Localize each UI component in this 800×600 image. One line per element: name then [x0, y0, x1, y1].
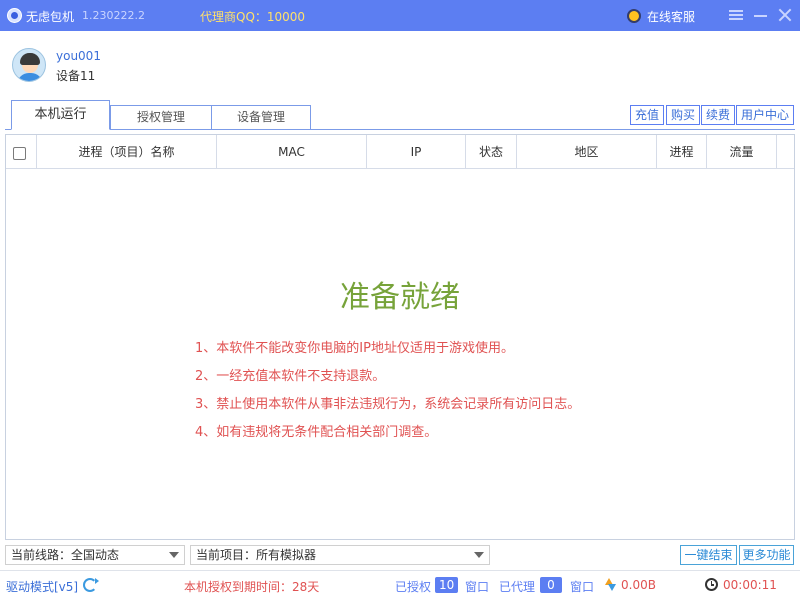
status-bar: 驱动模式[v5] 本机授权到期时间：28天 已授权 10 窗口 已代理 0 窗口…: [0, 570, 800, 600]
purchase-button[interactable]: 购买: [666, 105, 700, 125]
app-version: 1.230222.2: [82, 9, 145, 22]
tab-device-management[interactable]: 设备管理: [211, 105, 311, 130]
proxied-label: 已代理: [499, 580, 536, 594]
project-select-value: 当前项目：所有模拟器: [196, 548, 317, 562]
proxied-count-badge: 0: [540, 577, 562, 593]
chevron-down-icon: [169, 552, 179, 558]
column-mac[interactable]: MAC: [217, 135, 367, 169]
app-logo-icon: [7, 8, 22, 23]
user-center-button[interactable]: 用户中心: [736, 105, 794, 125]
device-name: 设备11: [56, 69, 96, 83]
tab-auth-management[interactable]: 授权管理: [110, 105, 212, 130]
authorized-label: 已授权: [395, 580, 432, 594]
renew-button[interactable]: 续费: [701, 105, 735, 125]
refresh-icon[interactable]: [83, 578, 99, 592]
column-region[interactable]: 地区: [517, 135, 657, 169]
window-label: 窗口: [570, 580, 595, 594]
driver-mode[interactable]: 驱动模式[v5]: [6, 578, 78, 595]
select-all-checkbox[interactable]: [13, 147, 26, 160]
title-bar: 无虑包机 1.230222.2 代理商QQ：10000 在线客服: [0, 0, 800, 31]
agent-qq-label: 代理商QQ：10000: [200, 10, 306, 24]
chevron-down-icon: [474, 552, 484, 558]
username[interactable]: you001: [56, 49, 101, 63]
ready-title: 准备就绪: [340, 280, 460, 315]
clock-icon: [705, 578, 718, 591]
notice-line: 2、一经充值本软件不支持退款。: [195, 369, 386, 384]
window-label: 窗口: [465, 580, 490, 594]
route-select-value: 当前线路：全国动态: [11, 548, 120, 562]
notice-line: 4、如有违规将无条件配合相关部门调查。: [195, 425, 438, 440]
recharge-button[interactable]: 充值: [630, 105, 664, 125]
table-header: 进程（项目）名称 MAC IP 状态 地区 进程 流量: [6, 135, 794, 169]
menu-icon[interactable]: [729, 10, 743, 21]
close-icon[interactable]: [776, 6, 794, 24]
notice-line: 3、禁止使用本软件从事非法违规行为，系统会记录所有访问日志。: [195, 397, 581, 412]
column-status[interactable]: 状态: [466, 135, 517, 169]
tab-local-run[interactable]: 本机运行: [11, 100, 110, 130]
headset-icon: [627, 9, 641, 23]
tab-divider: [5, 129, 795, 130]
route-select[interactable]: 当前线路：全国动态: [5, 545, 185, 565]
select-all-cell: [6, 135, 37, 169]
auth-expiry: 本机授权到期时间：28天: [184, 580, 320, 594]
avatar: [12, 48, 46, 82]
project-select[interactable]: 当前项目：所有模拟器: [190, 545, 490, 565]
process-table: 进程（项目）名称 MAC IP 状态 地区 进程 流量 准备就绪 1、本软件不能…: [5, 134, 795, 540]
app-title: 无虑包机: [26, 10, 75, 24]
minimize-icon[interactable]: [754, 15, 767, 17]
end-all-button[interactable]: 一键结束: [680, 545, 737, 565]
column-ip[interactable]: IP: [367, 135, 466, 169]
speed-arrows-icon: [605, 578, 616, 592]
elapsed-time: 00:00:11: [723, 578, 777, 592]
online-service-label: 在线客服: [647, 10, 696, 24]
column-process-name[interactable]: 进程（项目）名称: [37, 135, 217, 169]
more-features-button[interactable]: 更多功能: [739, 545, 794, 565]
column-process[interactable]: 进程: [657, 135, 707, 169]
speed-value: 0.00B: [621, 578, 656, 592]
column-traffic[interactable]: 流量: [707, 135, 777, 169]
notice-line: 1、本软件不能改变你电脑的IP地址仅适用于游戏使用。: [195, 341, 514, 356]
authorized-count-badge: 10: [435, 577, 459, 593]
